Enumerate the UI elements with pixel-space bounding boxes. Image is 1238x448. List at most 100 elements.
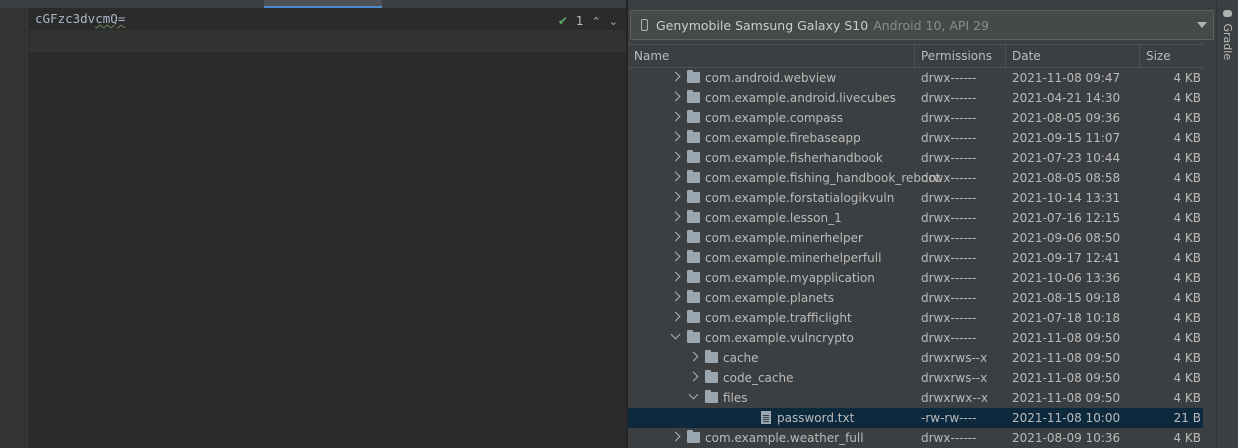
row-size: 4 KB [1173, 211, 1201, 225]
row-name: com.example.fisherhandbook [705, 151, 883, 165]
row-size: 4 KB [1173, 191, 1201, 205]
folder-row[interactable]: com.example.lesson_1 drwx------ 2021-07-16… [628, 208, 1216, 228]
chevron-right-icon[interactable] [688, 351, 699, 362]
row-date: 2021-11-08 10:00 [1012, 411, 1121, 425]
row-date: 2021-09-15 11:07 [1012, 131, 1121, 145]
row-permissions: drwx------ [921, 431, 977, 445]
chevron-down-icon[interactable]: ⌄ [609, 15, 618, 28]
folder-icon [705, 370, 718, 383]
column-header-permissions[interactable]: Permissions [915, 45, 1006, 67]
chevron-right-icon[interactable] [670, 431, 681, 442]
folder-row[interactable]: com.example.weather_full drwx------ 2021-0… [628, 428, 1216, 448]
row-permissions: drwx------ [921, 211, 977, 225]
chevron-right-icon[interactable] [670, 171, 681, 182]
chevron-down-icon[interactable] [670, 329, 681, 340]
row-name: com.example.fishing_handbook_reboot [705, 171, 941, 185]
row-name: com.example.minerhelperfull [705, 251, 882, 265]
folder-row[interactable]: files drwxrwx--x 2021-11-08 09:50 4 KB [628, 388, 1216, 408]
folder-row[interactable]: com.example.fisherhandbook drwx------ 2021… [628, 148, 1216, 168]
folder-row[interactable]: com.example.trafficlight drwx------ 2021-0… [628, 308, 1216, 328]
code-text-part-b: cmQ= [95, 11, 126, 26]
chevron-down-icon[interactable] [1197, 22, 1207, 28]
chevron-right-icon[interactable] [670, 111, 681, 122]
code-editor[interactable]: cGFzc3dvcmQ= ✔ 1 ⌃ ⌄ [29, 8, 626, 448]
folder-icon [687, 190, 700, 203]
chevron-right-icon[interactable] [670, 191, 681, 202]
row-date: 2021-10-06 13:36 [1012, 271, 1121, 285]
gradle-icon [1222, 10, 1232, 17]
chevron-right-icon[interactable] [688, 371, 699, 382]
folder-row[interactable]: code_cache drwxrws--x 2021-11-08 09:50 4 KB [628, 368, 1216, 388]
folder-icon [687, 290, 700, 303]
folder-icon [687, 310, 700, 323]
chevron-right-icon[interactable] [670, 71, 681, 82]
folder-row[interactable]: cache drwxrws--x 2021-11-08 09:50 4 KB [628, 348, 1216, 368]
folder-icon [705, 390, 718, 403]
chevron-right-icon[interactable] [670, 311, 681, 322]
device-selector[interactable]: Genymobile Samsung Galaxy S10 Android 10… [630, 10, 1214, 40]
inspection-widget[interactable]: ✔ 1 ⌃ ⌄ [558, 14, 618, 28]
row-permissions: drwx------ [921, 71, 977, 85]
folder-row[interactable]: com.android.webview drwx------ 2021-11-08 … [628, 68, 1216, 88]
row-size: 4 KB [1173, 91, 1201, 105]
row-date: 2021-11-08 09:50 [1012, 351, 1121, 365]
folder-icon [687, 210, 700, 223]
folder-row[interactable]: com.example.minerhelper drwx------ 2021-09… [628, 228, 1216, 248]
folder-row[interactable]: com.example.minerhelperfull drwx------ 202… [628, 248, 1216, 268]
row-date: 2021-10-14 13:31 [1012, 191, 1121, 205]
row-name: code_cache [723, 371, 794, 385]
row-name: com.example.android.livecubes [705, 91, 896, 105]
folder-row[interactable]: com.example.forstatialogikvuln drwx------… [628, 188, 1216, 208]
code-line-1[interactable]: cGFzc3dvcmQ= [35, 11, 125, 26]
row-size: 4 KB [1173, 371, 1201, 385]
chevron-right-icon[interactable] [670, 251, 681, 262]
folder-row[interactable]: com.example.planets drwx------ 2021-08-15 … [628, 288, 1216, 308]
row-size: 4 KB [1173, 431, 1201, 445]
column-header-name[interactable]: Name [628, 45, 915, 67]
gradle-tool-button[interactable]: Gradle [1221, 10, 1234, 60]
row-size: 4 KB [1173, 291, 1201, 305]
chevron-right-icon[interactable] [670, 211, 681, 222]
chevron-right-icon[interactable] [670, 151, 681, 162]
folder-icon [687, 150, 700, 163]
row-name: com.example.vulncrypto [705, 331, 854, 345]
scrollbar-track[interactable] [1203, 44, 1216, 448]
row-date: 2021-07-23 10:44 [1012, 151, 1121, 165]
folder-row[interactable]: com.example.fishing_handbook_reboot drwx-… [628, 168, 1216, 188]
row-date: 2021-11-08 09:50 [1012, 331, 1121, 345]
row-name: com.android.webview [705, 71, 837, 85]
chevron-right-icon[interactable] [670, 91, 681, 102]
row-permissions: drwx------ [921, 271, 977, 285]
folder-icon [687, 330, 700, 343]
folder-row[interactable]: com.example.myapplication drwx------ 2021-… [628, 268, 1216, 288]
chevron-right-icon[interactable] [670, 231, 681, 242]
folder-icon [705, 350, 718, 363]
folder-row[interactable]: com.example.vulncrypto drwx------ 2021-11-… [628, 328, 1216, 348]
row-date: 2021-08-09 10:36 [1012, 431, 1121, 445]
row-size: 4 KB [1173, 71, 1201, 85]
file-row[interactable]: password.txt -rw-rw---- 2021-11-08 10:00 21… [628, 408, 1216, 428]
chevron-right-icon[interactable] [670, 291, 681, 302]
folder-row[interactable]: com.example.firebaseapp drwx------ 2021-09… [628, 128, 1216, 148]
row-name: cache [723, 351, 759, 365]
folder-icon [687, 170, 700, 183]
right-tool-stripe: Gradle [1216, 0, 1238, 448]
chevron-down-icon[interactable] [688, 389, 699, 400]
row-size: 4 KB [1173, 351, 1201, 365]
row-date: 2021-04-21 14:30 [1012, 91, 1121, 105]
chevron-right-icon[interactable] [670, 131, 681, 142]
folder-icon [687, 250, 700, 263]
folder-icon [687, 110, 700, 123]
row-size: 4 KB [1173, 151, 1201, 165]
chevron-right-icon[interactable] [670, 271, 681, 282]
code-text-part-a: cGFzc3dv [35, 11, 96, 26]
chevron-up-icon[interactable]: ⌃ [592, 15, 601, 28]
column-header-date[interactable]: Date [1006, 45, 1140, 67]
folder-row[interactable]: com.example.compass drwx------ 2021-08-05 … [628, 108, 1216, 128]
inspection-count: 1 [575, 14, 584, 28]
row-permissions: -rw-rw---- [921, 411, 977, 425]
row-name: files [723, 391, 748, 405]
folder-row[interactable]: com.example.android.livecubes drwx------ 2… [628, 88, 1216, 108]
editor-gutter [0, 8, 28, 448]
editor-tab-active[interactable] [264, 0, 382, 8]
